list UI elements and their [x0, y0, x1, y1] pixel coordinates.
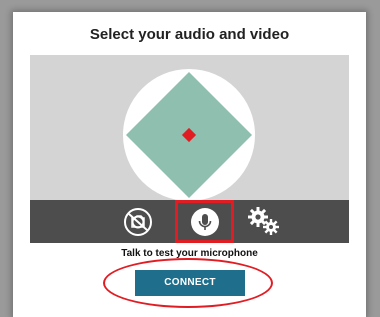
connect-button[interactable]: CONNECT [135, 270, 245, 296]
dialog-title: Select your audio and video [89, 26, 290, 43]
settings-button[interactable] [243, 200, 287, 243]
audio-video-dialog: Select your audio and video Talk to test… [13, 12, 366, 317]
camera-toggle-button[interactable] [116, 200, 160, 243]
gears-icon [248, 206, 279, 235]
microphone-icon [190, 207, 219, 236]
preview-placeholder-graphic [123, 69, 255, 200]
microphone-button[interactable] [175, 200, 234, 243]
media-toolbar [30, 200, 349, 243]
video-preview [30, 55, 349, 200]
camera-off-icon [124, 207, 152, 236]
